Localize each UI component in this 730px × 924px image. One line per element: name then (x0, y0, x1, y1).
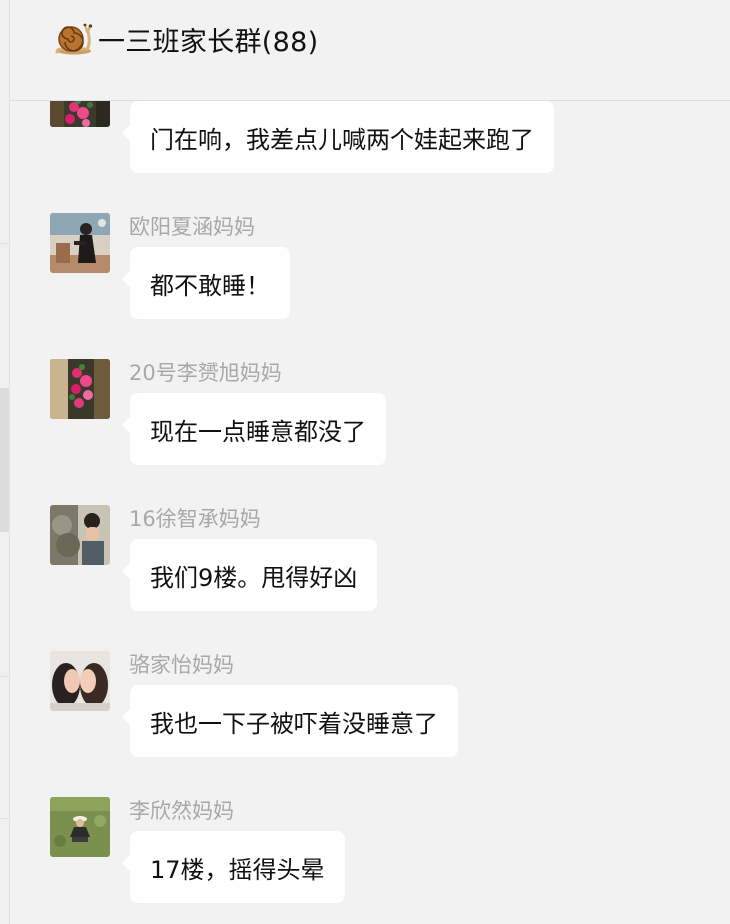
message-text: 我们9楼。甩得好凶 (150, 563, 358, 592)
chat-window: 一三班家长群(88) 门在响，我差点儿喊两个娃起来跑了 欧阳夏涵妈妈 都不敢睡！… (0, 0, 730, 924)
message-bubble[interactable]: 现在一点睡意都没了 (122, 393, 386, 465)
list-divider (0, 243, 9, 244)
message-bubble[interactable]: 17楼，摇得头晕 (122, 831, 345, 903)
sender-name: 20号李赟旭妈妈 (129, 361, 282, 385)
list-divider (0, 676, 9, 677)
chat-title[interactable]: 一三班家长群(88) (54, 20, 318, 59)
message-bubble[interactable]: 都不敢睡！ (122, 247, 290, 319)
message-text: 17楼，摇得头晕 (150, 855, 325, 884)
flower-wall-photo-icon (50, 101, 110, 127)
woman-outdoor-photo-icon (50, 213, 110, 273)
flower-wall-photo-icon (50, 359, 110, 419)
tree-child-photo-icon (50, 505, 110, 565)
message-list[interactable]: 门在响，我差点儿喊两个娃起来跑了 欧阳夏涵妈妈 都不敢睡！ 20号李赟旭妈妈 现… (10, 101, 730, 924)
conversation-list-edge[interactable] (0, 0, 10, 924)
snail-icon (55, 23, 93, 54)
avatar[interactable] (50, 797, 110, 857)
chat-header: 一三班家长群(88) (10, 0, 730, 101)
list-divider (0, 818, 9, 819)
message-text: 门在响，我差点儿喊两个娃起来跑了 (150, 125, 534, 154)
selected-conversation-edge[interactable] (0, 388, 9, 532)
chat-title-text: 一三班家长群(88) (98, 27, 319, 58)
two-people-kiss-photo-icon (50, 651, 110, 711)
message-text: 我也一下子被吓着没睡意了 (150, 709, 438, 738)
sender-name: 李欣然妈妈 (129, 799, 234, 823)
avatar[interactable] (50, 505, 110, 565)
message-bubble[interactable]: 我也一下子被吓着没睡意了 (122, 685, 458, 757)
avatar[interactable] (50, 359, 110, 419)
avatar[interactable] (50, 651, 110, 711)
avatar[interactable] (50, 101, 110, 127)
avatar[interactable] (50, 213, 110, 273)
sender-name: 骆家怡妈妈 (129, 653, 234, 677)
message-text: 都不敢睡！ (150, 271, 270, 300)
sender-name: 16徐智承妈妈 (129, 507, 261, 531)
message-text: 现在一点睡意都没了 (150, 417, 366, 446)
message-bubble[interactable]: 门在响，我差点儿喊两个娃起来跑了 (122, 101, 554, 173)
sender-name: 欧阳夏涵妈妈 (129, 215, 255, 239)
message-bubble[interactable]: 我们9楼。甩得好凶 (121, 539, 378, 611)
child-on-grass-photo-icon (50, 797, 110, 857)
